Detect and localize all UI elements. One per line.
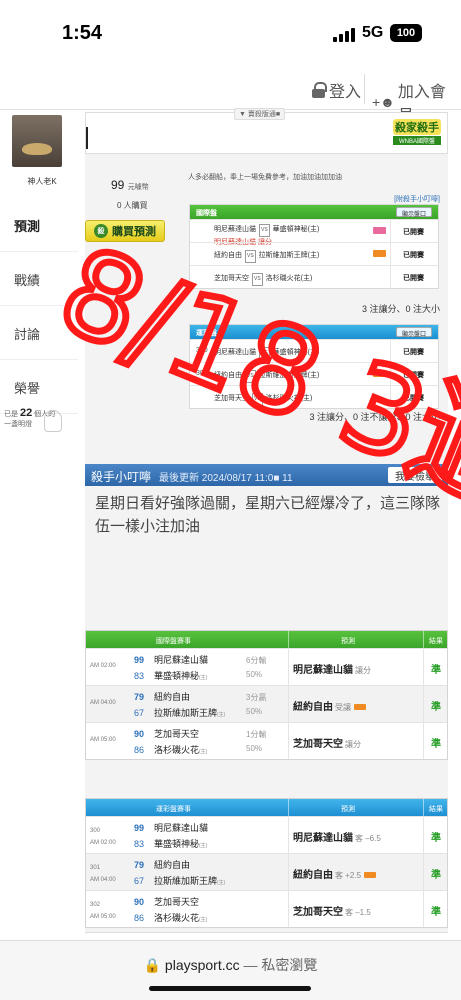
main-content: ▼ 賣殺版通■ 殺家殺手 WNBA國際盤 人多必翻船，奉上一場免費參考，加油加油… bbox=[85, 108, 448, 942]
browser-bar: 🔒 playsport.cc — 私密瀏覽 bbox=[0, 940, 461, 1000]
vs-icon: VS bbox=[259, 224, 270, 237]
banner-tag: ▼ 賣殺版通■ bbox=[234, 108, 286, 120]
attach-tip-link[interactable]: [附殺手小叮嚀] bbox=[394, 194, 440, 204]
tab-honor[interactable]: 榮譽 bbox=[0, 360, 78, 414]
prediction: 明尼蘇達山貓 讓分 bbox=[293, 665, 371, 676]
result: 準 bbox=[431, 907, 441, 918]
intl-picks: 國際盤 顯示盤口 明尼蘇達山貓 VS 華盛頓神秘(主) 明尼蘇達山貓 讓分 已開賽 … bbox=[189, 204, 439, 289]
show-odds-button[interactable]: 顯示盤口 bbox=[395, 207, 432, 218]
tab-prediction[interactable]: 預測 bbox=[0, 198, 78, 252]
pick-row: 明尼蘇達山貓 VS 華盛頓神秘(主) 明尼蘇達山貓 讓分 已開賽 bbox=[190, 219, 438, 246]
pick-row: 芝加哥天空 VS 洛杉磯火花(主) 已開賽 bbox=[190, 265, 438, 289]
tip-note: 人多必翻船，奉上一場免費參考，加油加油加加油 bbox=[188, 174, 342, 181]
table-row: AM 05:00 90 芝加哥天空 86 洛杉磯火花(主) 1分輸 50% 芝加哥天空… bbox=[86, 722, 447, 759]
home-indicator bbox=[149, 986, 311, 991]
table-header: 運彩盤賽事 預測 結果 bbox=[86, 799, 447, 816]
hot-icon bbox=[354, 704, 366, 711]
vs-icon: VS bbox=[252, 273, 263, 286]
battery-icon: 100 bbox=[390, 24, 422, 42]
hot-icon bbox=[373, 370, 386, 377]
prediction: 芝加哥天空 讓分 bbox=[293, 739, 361, 750]
address-bar[interactable]: 🔒 playsport.cc — 私密瀏覽 bbox=[0, 955, 461, 975]
text-cursor bbox=[86, 127, 88, 149]
pick-row: 紐約自由 VS 拉斯維加斯王牌(主) 已開賽 bbox=[190, 242, 438, 266]
killer-logo: 殺家殺手 WNBA國際盤 bbox=[393, 119, 441, 149]
game-status: 已開賽 bbox=[403, 275, 424, 282]
game-status: 已開賽 bbox=[403, 349, 424, 356]
show-odds-button[interactable]: 顯示盤口 bbox=[395, 327, 432, 338]
buy-prediction-button[interactable]: 殺 購買預測 bbox=[85, 220, 165, 242]
lock-icon: 🔒 bbox=[143, 957, 162, 973]
hot-icon bbox=[364, 872, 377, 879]
killer-tip-title: 殺手小叮嚀 bbox=[91, 470, 152, 484]
table-row: 300 AM 02:00 99 明尼蘇達山貓 83 華盛頓神秘(主) 明尼蘇達山貓客 … bbox=[86, 816, 447, 853]
lottery-summary: 3 注讓分、0 注不讓分、0 注大小 bbox=[309, 412, 440, 422]
intl-picks-header: 國際盤 顯示盤口 bbox=[190, 205, 438, 219]
buy-label: 購買預測 bbox=[112, 226, 156, 238]
vs-icon: VS bbox=[245, 250, 256, 263]
hot-icon bbox=[373, 227, 386, 234]
lottery-picks-header: 運彩盤 顯示盤口 bbox=[190, 325, 438, 339]
vs-icon: VS bbox=[252, 393, 263, 406]
last-updated: 最後更新 2024/08/17 11:0■ 11 bbox=[159, 473, 293, 484]
user-name[interactable]: 神人老K bbox=[12, 176, 72, 187]
report-button[interactable]: 我要檢舉 bbox=[388, 467, 442, 483]
table-row: 302 AM 05:00 90 芝加哥天空 86 洛杉磯火花(主) 芝加哥天空客 –1… bbox=[86, 890, 447, 927]
signal-icon bbox=[333, 28, 355, 42]
network-label: 5G bbox=[362, 24, 384, 41]
intl-summary: 3 注讓分、0 注大小 bbox=[361, 304, 440, 314]
prediction: 明尼蘇達山貓客 –6.5 bbox=[293, 833, 381, 844]
nav-divider bbox=[364, 74, 365, 104]
login-button[interactable]: 登入 bbox=[312, 78, 361, 102]
tab-record[interactable]: 戰績 bbox=[0, 252, 78, 306]
table-header: 國際盤賽事 預測 結果 bbox=[86, 631, 447, 648]
pick-row: 300 明尼蘇達山貓 VS 華盛頓神秘(主) 已開賽 bbox=[190, 339, 438, 363]
table-row: 301 AM 04:00 79 紐約自由 67 拉斯維加斯王牌(主) 紐約自由客 +2… bbox=[86, 853, 447, 890]
result: 準 bbox=[431, 833, 441, 844]
game-status: 已開賽 bbox=[403, 229, 424, 236]
banner: ▼ 賣殺版通■ 殺家殺手 WNBA國際盤 bbox=[85, 108, 448, 154]
lottery-picks: 運彩盤 顯示盤口 300 明尼蘇達山貓 VS 華盛頓神秘(主) 已開賽 301 紐約… bbox=[189, 324, 439, 409]
lightbulb-icon bbox=[44, 410, 62, 432]
result: 準 bbox=[431, 665, 441, 676]
tab-discussion[interactable]: 討論 bbox=[0, 306, 78, 360]
result: 準 bbox=[431, 702, 441, 713]
game-status: 已開賽 bbox=[403, 395, 424, 402]
pick-row: 芝加哥天空 VS 洛杉磯火花(主) 已開賽 bbox=[190, 385, 438, 409]
hot-icon bbox=[373, 250, 386, 257]
login-label: 登入 bbox=[329, 84, 362, 101]
killer-tip-text: 星期日看好強隊過關，星期六已經爆冷了，這三隊隊伍一樣小注加油 bbox=[95, 495, 441, 535]
game-status: 已開賽 bbox=[403, 372, 424, 379]
price: 99 元噱幣 bbox=[111, 178, 149, 192]
lottery-results-table: 運彩盤賽事 預測 結果 300 AM 02:00 99 明尼蘇達山貓 83 華盛頓神秘… bbox=[85, 798, 448, 928]
table-row: AM 02:00 99 明尼蘇達山貓 83 華盛頓神秘(主) 6分輸 50% 明尼蘇達… bbox=[86, 648, 447, 685]
vs-icon: VS bbox=[245, 370, 256, 383]
intl-results-table: 國際盤賽事 預測 結果 AM 02:00 99 明尼蘇達山貓 83 華盛頓神秘(主)… bbox=[85, 630, 448, 760]
status-bar: 1:54 5G 100 bbox=[0, 0, 461, 70]
game-status: 已開賽 bbox=[403, 252, 424, 259]
pick-row: 301 紐約自由 VS 拉斯維加斯王牌(主) 已開賽 bbox=[190, 362, 438, 386]
clock: 1:54 bbox=[62, 22, 103, 44]
lock-icon bbox=[312, 82, 327, 98]
prediction: 紐約自由 受讓 bbox=[293, 698, 366, 713]
avatar[interactable] bbox=[12, 115, 62, 167]
result: 準 bbox=[431, 739, 441, 750]
killer-tip-header: 殺手小叮嚀 最後更新 2024/08/17 11:0■ 11 我要檢舉 bbox=[85, 464, 448, 486]
result: 準 bbox=[431, 870, 441, 881]
prediction: 芝加哥天空客 –1.5 bbox=[293, 907, 371, 918]
kill-badge-icon: 殺 bbox=[94, 224, 108, 238]
add-user-icon: +☻ bbox=[372, 94, 395, 110]
top-nav: 登入 +☻ 加入會員 bbox=[0, 70, 461, 125]
sidebar: 神人老K 預測 戰績 討論 榮譽 已是 22 個人的一盞明燈 bbox=[0, 110, 78, 450]
prediction: 紐約自由客 +2.5 bbox=[293, 866, 377, 881]
vs-icon: VS bbox=[259, 347, 270, 360]
table-row: AM 04:00 79 紐約自由 67 拉斯維加斯王牌(主) 3分贏 50% 紐約自由… bbox=[86, 685, 447, 722]
buyer-count: 0 人購買 bbox=[117, 201, 148, 210]
